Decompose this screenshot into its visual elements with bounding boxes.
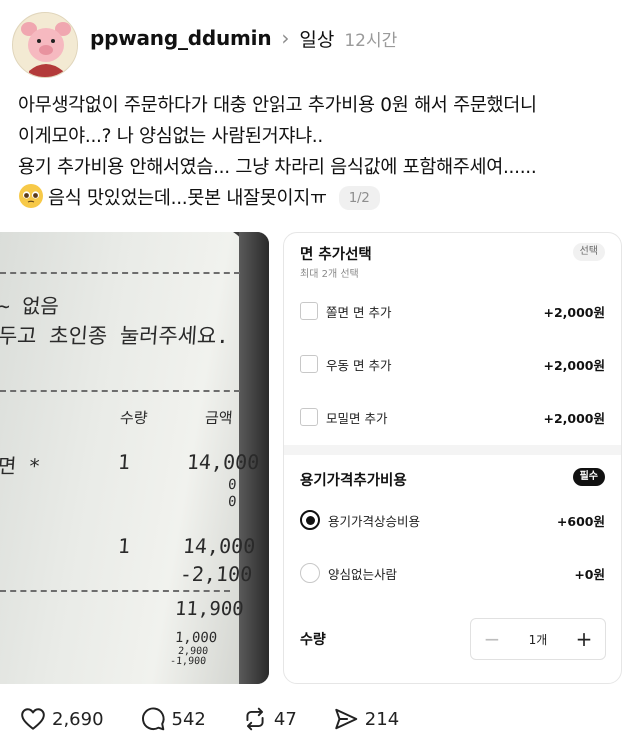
receipt-divider [0, 272, 240, 274]
like-button[interactable]: 2,690 [20, 706, 104, 732]
checkbox[interactable] [300, 355, 318, 373]
required-badge: 필수 [572, 468, 605, 486]
post-text-line-content: 음식 맛있었는데...못본 내잘못이지ㅠ [48, 188, 327, 209]
option-price: +2,000원 [543, 304, 605, 320]
option-label: 용기가격상승비용 [328, 513, 421, 529]
option-row[interactable]: 모밀면 추가 +2,000원 [300, 404, 605, 430]
section-subtitle: 최대 2개 선택 [300, 269, 359, 280]
post-time: 12시간 [344, 30, 398, 51]
quantity-value: 1개 [528, 632, 548, 647]
receipt-text: ~ 없음 [0, 294, 60, 318]
receipt-text: 0 [227, 477, 237, 493]
quantity-stepper[interactable]: − 1개 + [470, 618, 606, 660]
menu-options-screenshot[interactable]: 면 추가선택 최대 2개 선택 선택 쫄면 면 추가 +2,000원 우동 면 … [283, 232, 622, 684]
quantity-label: 수량 [300, 632, 326, 648]
receipt-text: 11,900 [174, 598, 245, 620]
receipt-text: 1 [117, 534, 131, 558]
checkbox[interactable] [300, 302, 318, 320]
comment-count: 542 [171, 708, 206, 730]
post-text-line: 이게모야...? 나 양심없는 사람된거쟈냐.. [18, 126, 323, 147]
minus-button[interactable]: − [483, 629, 501, 649]
avatar[interactable] [12, 12, 78, 78]
section-title: 용기가격추가비용 [300, 473, 407, 489]
section-divider [284, 445, 621, 455]
plus-button[interactable]: + [575, 629, 593, 649]
repost-button[interactable]: 47 [242, 706, 297, 732]
radio-button[interactable] [300, 563, 320, 583]
receipt-text: 14,000 [186, 450, 261, 474]
section-title: 면 추가선택 [300, 247, 372, 263]
option-label: 양심없는사람 [328, 566, 398, 582]
image-page-indicator: 1/2 [338, 186, 380, 210]
receipt-text: 0 [227, 494, 237, 510]
post-text: 아무생각없이 주문하다가 대충 안읽고 추가비용 0원 해서 주문했더니 이게모… [18, 90, 628, 214]
repost-icon [246, 707, 264, 731]
radio-button-checked[interactable] [300, 510, 320, 530]
option-row[interactable]: 쫄면 면 추가 +2,000원 [300, 298, 605, 324]
topic-tag[interactable]: 일상 [299, 25, 334, 52]
option-row[interactable]: 우동 면 추가 +2,000원 [300, 351, 605, 377]
like-count: 2,690 [52, 708, 104, 730]
option-row[interactable]: 양심없는사람 +0원 [300, 560, 605, 586]
receipt-divider [0, 590, 230, 592]
comment-button[interactable]: 542 [140, 706, 206, 732]
option-label: 쫄면 면 추가 [326, 304, 392, 320]
post-text-line-last: 음식 맛있었는데...못본 내잘못이지ㅠ 1/2 [18, 183, 628, 214]
receipt-text: 두고 초인종 눌러주세요. [0, 324, 230, 348]
username[interactable]: ppwang_ddumin [90, 26, 272, 50]
post-text-line: 아무생각없이 주문하다가 대충 안읽고 추가비용 0원 해서 주문했더니 [18, 95, 537, 116]
receipt-text: -1,900 [169, 656, 207, 667]
receipt-text: 면 * [0, 454, 42, 478]
share-button[interactable]: 214 [333, 706, 399, 732]
receipt-text: 14,000 [182, 534, 257, 558]
receipt-photo[interactable]: ~ 없음 두고 초인종 눌러주세요. 수량 금액 면 * 1 14,000 0 … [0, 232, 269, 684]
option-label: 모밀면 추가 [326, 410, 388, 426]
post-text-line: 용기 추가비용 안해서였슴... 그냥 차라리 음식값에 포함해주세여.....… [18, 157, 537, 178]
option-label: 우동 면 추가 [326, 357, 392, 373]
post-header: ppwang_ddumin › 일상 12시간 [12, 12, 397, 78]
option-price: +0원 [574, 566, 605, 582]
heart-icon [21, 708, 45, 730]
repost-count: 47 [273, 708, 297, 730]
option-price: +600원 [556, 513, 605, 529]
optional-badge: 선택 [572, 243, 605, 261]
send-icon [335, 708, 358, 730]
receipt-divider [0, 390, 240, 392]
checkbox[interactable] [300, 408, 318, 426]
option-row-selected[interactable]: 용기가격상승비용 +600원 [300, 507, 605, 533]
share-count: 214 [364, 708, 400, 730]
receipt-text: 1,000 [174, 630, 218, 646]
receipt-text: -2,100 [179, 562, 254, 586]
comment-icon [141, 707, 165, 731]
option-price: +2,000원 [543, 410, 605, 426]
option-price: +2,000원 [543, 357, 605, 373]
chevron-right-icon: › [281, 26, 290, 50]
receipt-text: 1 [117, 450, 131, 474]
receipt-text: 금액 [204, 409, 234, 427]
post-actions: 2,690 542 47 214 [20, 704, 435, 734]
receipt-text: 수량 [119, 409, 149, 427]
pleading-face-emoji-icon [19, 184, 43, 208]
